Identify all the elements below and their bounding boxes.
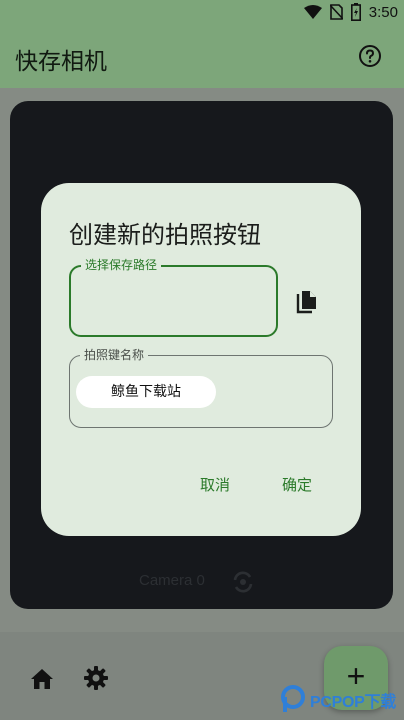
battery-icon: [350, 3, 361, 21]
cancel-button[interactable]: 取消: [191, 470, 239, 500]
status-time: 3:50: [368, 3, 398, 21]
camera-label: Camera 0: [139, 572, 205, 589]
wifi-icon: [303, 5, 322, 19]
switch-camera-button[interactable]: [229, 568, 257, 596]
help-button[interactable]: [358, 44, 382, 68]
switch-camera-icon: [233, 571, 253, 593]
watermark-text: PCPOP下载: [310, 694, 396, 711]
button-name-label: 拍照键名称: [80, 347, 149, 363]
settings-icon: [84, 666, 108, 690]
save-path-label: 选择保存路径: [81, 257, 162, 273]
home-icon: [31, 669, 53, 689]
status-bar: 3:50: [0, 0, 404, 24]
help-icon: [359, 45, 381, 67]
status-icons: 3:50: [303, 2, 398, 22]
copy-button[interactable]: [293, 288, 321, 316]
copy-icon: [296, 291, 316, 314]
app-bar: 快存相机: [0, 24, 404, 88]
button-name-field[interactable]: 拍照键名称 鲸鱼下载站: [69, 347, 333, 428]
save-path-input[interactable]: [83, 287, 263, 311]
pcpop-watermark: PCPOP下载: [280, 684, 404, 714]
home-button[interactable]: [29, 666, 55, 692]
button-name-chip[interactable]: 鲸鱼下载站: [76, 376, 216, 408]
app-title: 快存相机: [15, 49, 107, 75]
confirm-button[interactable]: 确定: [273, 470, 321, 500]
settings-button[interactable]: [83, 665, 109, 691]
save-path-field[interactable]: 选择保存路径: [69, 257, 278, 337]
create-button-dialog: 创建新的拍照按钮 选择保存路径 拍照键名称 鲸鱼下载站 取消 确定: [41, 183, 361, 536]
no-sim-icon: [329, 4, 343, 20]
dialog-title: 创建新的拍照按钮: [69, 221, 261, 249]
pcpop-logo-icon: [281, 685, 305, 712]
